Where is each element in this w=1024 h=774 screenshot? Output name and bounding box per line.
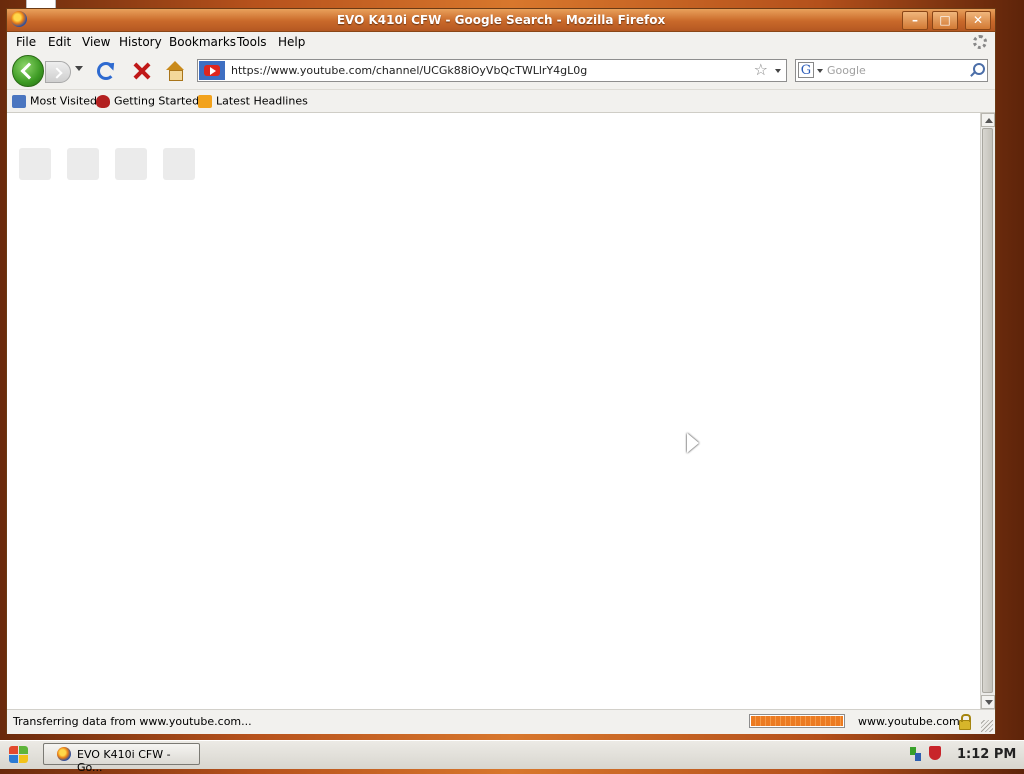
back-button[interactable] <box>12 55 44 87</box>
vertical-scrollbar[interactable] <box>980 113 995 709</box>
navigation-toolbar: https://www.youtube.com/channel/UCGk88iO… <box>7 53 995 90</box>
search-engine-icon[interactable]: G <box>798 62 814 78</box>
menu-bar: File Edit View History Bookmarks Tools H… <box>7 32 995 52</box>
most-visited-icon <box>12 94 26 108</box>
bookmarks-toolbar: Most Visited Getting Started Latest Head… <box>7 90 995 113</box>
window-title: EVO K410i CFW - Google Search - Mozilla … <box>336 13 666 27</box>
security-shield-icon[interactable] <box>929 746 941 760</box>
maximize-button[interactable]: □ <box>932 11 958 30</box>
search-icon[interactable] <box>968 62 985 78</box>
network-tray-icon[interactable] <box>910 747 922 761</box>
bookmark-most-visited[interactable]: Most Visited <box>12 94 97 108</box>
lock-icon[interactable] <box>959 714 971 730</box>
scroll-thumb[interactable] <box>982 128 993 693</box>
status-host: www.youtube.com <box>858 715 960 728</box>
resize-grip[interactable] <box>981 720 993 732</box>
menu-history[interactable]: History <box>119 35 162 49</box>
menu-tools[interactable]: Tools <box>237 35 267 49</box>
status-text: Transferring data from www.youtube.com..… <box>13 715 252 728</box>
start-menu-icon[interactable] <box>8 745 30 765</box>
page-content[interactable] <box>7 113 980 709</box>
search-bar[interactable]: G <box>795 59 988 82</box>
menu-bookmarks[interactable]: Bookmarks <box>169 35 236 49</box>
clock[interactable]: 1:12 PM <box>957 747 1016 762</box>
menu-help[interactable]: Help <box>278 35 305 49</box>
loading-placeholder-tile <box>19 148 51 180</box>
loading-progress-bar <box>749 714 845 728</box>
mouse-cursor-icon <box>687 433 699 453</box>
bookmark-star-icon[interactable]: ☆ <box>754 61 768 79</box>
taskbar: EVO K410i CFW - Go... 1:12 PM <box>0 740 1024 774</box>
forward-button[interactable] <box>45 61 71 83</box>
url-bar[interactable]: https://www.youtube.com/channel/UCGk88iO… <box>197 59 787 82</box>
bookmark-getting-started[interactable]: Getting Started <box>96 94 199 108</box>
url-dropdown-icon[interactable] <box>775 69 781 73</box>
search-input[interactable] <box>827 62 962 79</box>
status-bar: Transferring data from www.youtube.com..… <box>7 709 995 734</box>
loading-placeholder-tile <box>115 148 147 180</box>
bookmark-latest-headlines[interactable]: Latest Headlines <box>198 94 308 108</box>
close-icon: ✕ <box>972 13 984 27</box>
maximize-icon: □ <box>939 13 951 27</box>
minimize-icon: – <box>912 13 918 27</box>
menu-file[interactable]: File <box>16 35 36 49</box>
loading-throbber-icon <box>973 35 987 49</box>
engine-dropdown-icon[interactable] <box>817 69 823 73</box>
taskbar-firefox-button[interactable]: EVO K410i CFW - Go... <box>43 743 200 774</box>
reload-button[interactable] <box>97 62 115 80</box>
rss-feed-icon <box>198 94 212 108</box>
menu-edit[interactable]: Edit <box>48 35 71 49</box>
close-button[interactable]: ✕ <box>965 11 991 30</box>
loading-placeholder-tile <box>67 148 99 180</box>
home-button[interactable] <box>165 61 185 81</box>
firefox-icon <box>57 747 71 761</box>
progress-fill <box>751 716 843 726</box>
title-bar[interactable]: EVO K410i CFW - Google Search - Mozilla … <box>7 9 995 32</box>
scroll-up-button[interactable] <box>981 113 995 127</box>
browser-window: EVO K410i CFW - Google Search - Mozilla … <box>6 8 996 734</box>
history-dropdown-icon[interactable] <box>75 66 83 71</box>
scroll-down-button[interactable] <box>981 695 995 709</box>
getting-started-icon <box>96 94 110 108</box>
url-text[interactable]: https://www.youtube.com/channel/UCGk88iO… <box>231 64 587 77</box>
loading-placeholder-tile <box>163 148 195 180</box>
minimize-button[interactable]: – <box>902 11 928 30</box>
stop-button[interactable] <box>131 60 153 82</box>
youtube-site-icon[interactable] <box>199 61 225 80</box>
menu-view[interactable]: View <box>82 35 110 49</box>
